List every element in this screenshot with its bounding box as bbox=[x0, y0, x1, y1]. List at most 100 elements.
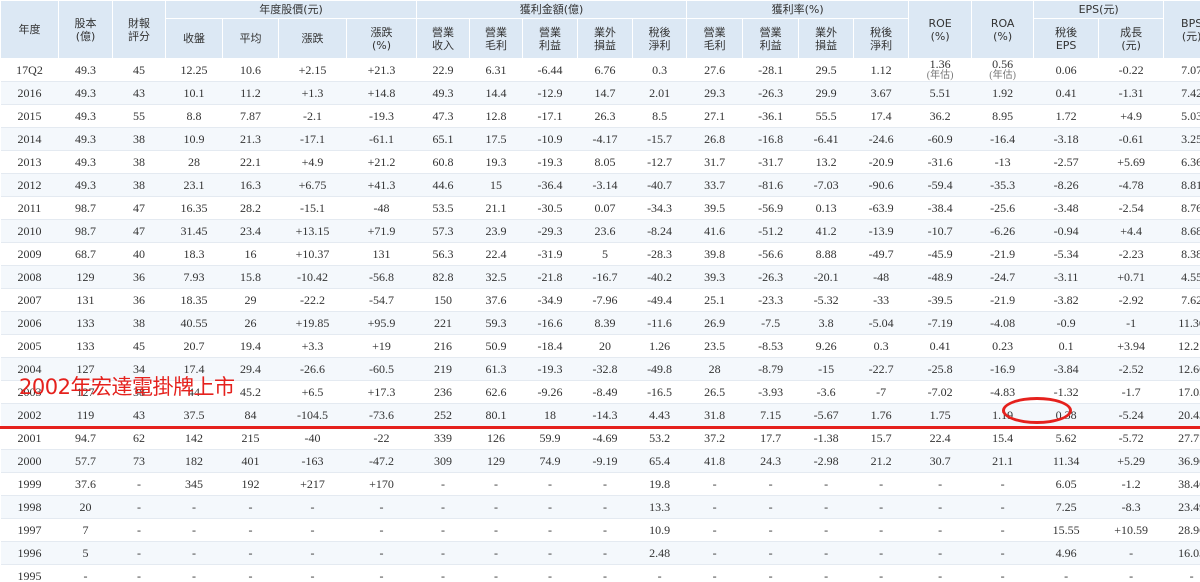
cell-gross-margin: 26.5 bbox=[686, 380, 743, 404]
cell-roa: -16.4 bbox=[971, 127, 1034, 151]
cell-eps-growth: +5.29 bbox=[1098, 449, 1164, 473]
cell-roe: - bbox=[908, 564, 972, 582]
cell-close: - bbox=[165, 541, 223, 565]
cell-year: 2013 bbox=[0, 150, 59, 174]
cell-operating-income: -34.9 bbox=[522, 288, 578, 312]
cell-non-operating: 26.3 bbox=[577, 104, 633, 128]
cell-gross-margin: 31.7 bbox=[686, 150, 743, 174]
cell-chg: +10.37 bbox=[278, 242, 347, 266]
cell-non-operating-margin: 29.5 bbox=[798, 58, 854, 82]
cell-non-operating-margin: -1.38 bbox=[798, 426, 854, 450]
cell-operating-income: -6.44 bbox=[522, 58, 578, 82]
cell-bps: 11.36 bbox=[1163, 311, 1200, 335]
cell-year: 2008 bbox=[0, 265, 59, 289]
cell-avg: 7.87 bbox=[222, 104, 279, 128]
cell-roa: 0.56 (年估) bbox=[971, 58, 1034, 82]
cell-rating: 43 bbox=[112, 403, 166, 427]
cell-net-income: 2.48 bbox=[632, 541, 687, 565]
cell-capital: 57.7 bbox=[58, 449, 113, 473]
cell-chg-pct: +95.9 bbox=[346, 311, 417, 335]
cell-chg-pct: +21.3 bbox=[346, 58, 417, 82]
cell-operating-income: -17.1 bbox=[522, 104, 578, 128]
cell-close: 18.3 bbox=[165, 242, 223, 266]
cell-non-operating-margin: 0.13 bbox=[798, 196, 854, 220]
cell-bps: 5.03 bbox=[1163, 104, 1200, 128]
cell-operating-income: - bbox=[522, 495, 578, 519]
cell-chg: - bbox=[278, 495, 347, 519]
cell-avg: 21.3 bbox=[222, 127, 279, 151]
cell-gross-margin: 25.1 bbox=[686, 288, 743, 312]
eps-highlight-circle bbox=[1002, 397, 1072, 424]
cell-revenue: - bbox=[416, 495, 470, 519]
header-net-income: 稅後 淨利 bbox=[632, 18, 688, 59]
cell-gross-profit: - bbox=[469, 518, 523, 542]
cell-chg-pct: - bbox=[346, 541, 417, 565]
cell-rating: 38 bbox=[112, 127, 166, 151]
cell-bps: 28.96 bbox=[1163, 518, 1200, 542]
cell-non-operating-margin: -7.03 bbox=[798, 173, 854, 197]
cell-bps: 27.77 bbox=[1163, 426, 1200, 450]
cell-chg: +1.3 bbox=[278, 81, 347, 105]
cell-year: 2012 bbox=[0, 173, 59, 197]
header-chg-pct: 漲跌 (%) bbox=[345, 18, 418, 59]
cell-year: 2002 bbox=[0, 403, 59, 427]
cell-net-income: 53.2 bbox=[632, 426, 687, 450]
cell-net-margin: -33 bbox=[853, 288, 909, 312]
cell-non-operating: 5 bbox=[577, 242, 633, 266]
cell-non-operating-margin: 9.26 bbox=[798, 334, 854, 358]
cell-gross-profit: 12.8 bbox=[469, 104, 523, 128]
cell-net-margin: 0.3 bbox=[853, 334, 909, 358]
cell-non-operating: -3.14 bbox=[577, 173, 633, 197]
cell-gross-margin: 37.2 bbox=[686, 426, 743, 450]
cell-roe: 5.51 bbox=[908, 81, 972, 105]
cell-year: 2006 bbox=[0, 311, 59, 335]
cell-avg: 29 bbox=[222, 288, 279, 312]
header-close: 收盤 bbox=[165, 18, 223, 59]
header-profit-group: 獲利金額(億) bbox=[416, 0, 688, 19]
cell-chg: -104.5 bbox=[278, 403, 347, 427]
table-row: 1995- - - - - - - - - - - - - - - - - - - - bbox=[0, 564, 1200, 582]
cell-chg: -10.42 bbox=[278, 265, 347, 289]
cell-capital: 68.7 bbox=[58, 242, 113, 266]
header-non-operating-margin: 業外 損益 bbox=[798, 18, 855, 59]
header-year: 年度 bbox=[0, 0, 59, 59]
cell-chg: - bbox=[278, 518, 347, 542]
cell-chg-pct: -47.2 bbox=[346, 449, 417, 473]
header-capital: 股本 (億) bbox=[58, 0, 113, 59]
cell-chg-pct: -22 bbox=[346, 426, 417, 450]
cell-roa: -24.7 bbox=[971, 265, 1034, 289]
cell-net-income: -40.2 bbox=[632, 265, 687, 289]
cell-avg: 84 bbox=[222, 403, 279, 427]
cell-avg: - bbox=[222, 518, 279, 542]
cell-revenue: 82.8 bbox=[416, 265, 470, 289]
cell-year: 2009 bbox=[0, 242, 59, 266]
cell-eps-growth: -0.61 bbox=[1098, 127, 1164, 151]
cell-net-margin: - bbox=[853, 518, 909, 542]
header-roa: ROA (%) bbox=[971, 0, 1035, 59]
cell-roe: 1.75 bbox=[908, 403, 972, 427]
cell-roe: 1.36 (年估) bbox=[908, 58, 972, 82]
cell-non-operating-margin: -20.1 bbox=[798, 265, 854, 289]
cell-roa: -21.9 bbox=[971, 242, 1034, 266]
cell-chg: +217 bbox=[278, 472, 347, 496]
table-row: 19977---------10.9------15.55+10.5928.96 bbox=[0, 518, 1200, 542]
cell-non-operating: 14.7 bbox=[577, 81, 633, 105]
cell-chg: -15.1 bbox=[278, 196, 347, 220]
cell-non-operating: 23.6 bbox=[577, 219, 633, 243]
table-row: 2011 98.7 47 16.35 28.2 -15.1 -48 53.5 21.1 -30.5… bbox=[0, 196, 1200, 220]
cell-eps-growth: -1.2 bbox=[1098, 472, 1164, 496]
cell-net-income: 10.9 bbox=[632, 518, 687, 542]
cell-roe: -7.19 bbox=[908, 311, 972, 335]
cell-gross-margin: 39.3 bbox=[686, 265, 743, 289]
cell-rating: 45 bbox=[112, 58, 166, 82]
cell-chg: +4.9 bbox=[278, 150, 347, 174]
cell-year: 2015 bbox=[0, 104, 59, 128]
cell-operating-margin: -36.1 bbox=[742, 104, 799, 128]
cell-gross-margin: - bbox=[686, 472, 743, 496]
cell-net-margin: -49.7 bbox=[853, 242, 909, 266]
cell-operating-margin: -28.1 bbox=[742, 58, 799, 82]
cell-roe: -45.9 bbox=[908, 242, 972, 266]
header-rating: 財報 評分 bbox=[112, 0, 166, 59]
cell-year: 2016 bbox=[0, 81, 59, 105]
cell-chg-pct: +21.2 bbox=[346, 150, 417, 174]
